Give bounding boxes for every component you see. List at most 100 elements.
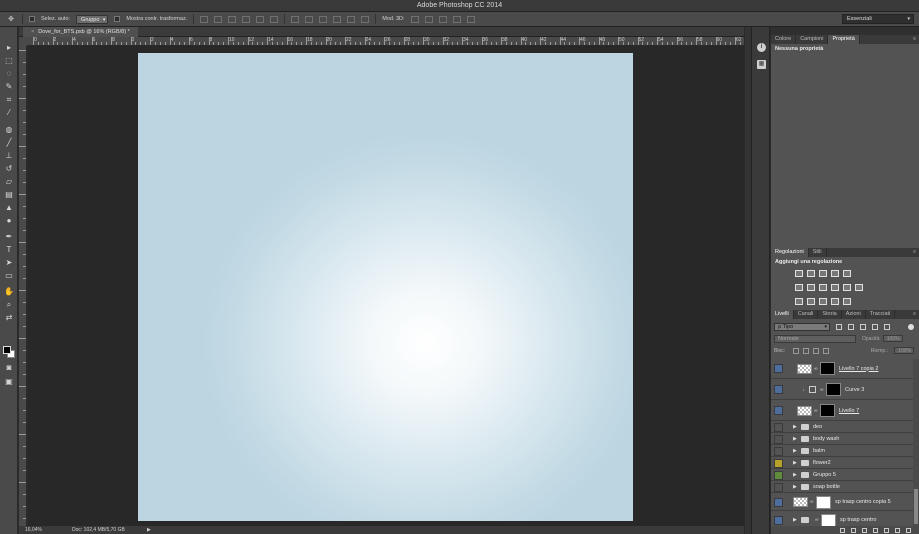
layer-name[interactable]: sp trasp centro copia 5 xyxy=(835,499,891,505)
history-brush-tool-icon[interactable]: ↺ xyxy=(3,163,15,174)
visibility-toggle[interactable] xyxy=(774,470,783,480)
expand-arrow-icon[interactable]: ▶ xyxy=(793,484,799,490)
visibility-toggle[interactable] xyxy=(774,364,783,373)
layer-group-row[interactable]: ▶ ∞ sp trasp centro xyxy=(771,512,913,526)
align-left-icon[interactable] xyxy=(242,15,251,23)
canvas-area[interactable] xyxy=(28,46,744,526)
tab-canali[interactable]: Canali xyxy=(794,310,819,319)
visibility-toggle[interactable] xyxy=(774,446,783,456)
layer-name[interactable]: Livello 7 xyxy=(839,408,859,414)
ruler-origin[interactable] xyxy=(19,37,27,46)
crop-tool-icon[interactable]: ⌗ xyxy=(3,94,15,105)
status-menu-arrow[interactable]: ▶ xyxy=(147,526,151,534)
distribute-vcenter-icon[interactable] xyxy=(305,15,314,23)
pen-tool-icon[interactable]: ✒ xyxy=(3,231,15,242)
align-top-icon[interactable] xyxy=(200,15,209,23)
document-tab[interactable]: × Dove_for_BTS.psb @ 16% (RGB/8) * xyxy=(23,27,138,37)
expand-arrow-icon[interactable]: ▶ xyxy=(793,472,799,478)
filter-pixel-icon[interactable] xyxy=(836,323,842,330)
eyedropper-tool-icon[interactable]: ⁄ xyxy=(3,107,15,118)
new-layer-icon[interactable] xyxy=(895,527,900,533)
visibility-toggle[interactable] xyxy=(774,515,783,525)
distribute-bottom-icon[interactable] xyxy=(319,15,328,23)
layer-filter-dropdown[interactable]: ρ Tipo xyxy=(774,322,830,331)
add-mask-icon[interactable] xyxy=(862,527,867,533)
lock-transparent-icon[interactable] xyxy=(793,347,800,354)
spot-heal-tool-icon[interactable]: ◍ xyxy=(3,124,15,135)
layer-name[interactable]: Curve 3 xyxy=(845,387,864,393)
layer-name[interactable]: soap bottle xyxy=(813,484,840,490)
distribute-top-icon[interactable] xyxy=(291,15,300,23)
dodge-tool-icon[interactable]: ● xyxy=(3,215,15,226)
layer-mask-thumbnail[interactable] xyxy=(821,513,836,526)
layer-group-row[interactable]: ▶ soap bottle xyxy=(771,482,913,493)
layer-name[interactable]: sp trasp centro xyxy=(840,517,876,523)
filter-adjustment-icon[interactable] xyxy=(848,323,854,330)
link-icon[interactable]: ∞ xyxy=(814,408,818,414)
exposure-icon[interactable] xyxy=(831,270,839,277)
layer-row[interactable]: ∞ sp trasp centro copia 5 xyxy=(771,494,913,511)
tab-proprieta[interactable]: Proprietà xyxy=(828,35,860,44)
layer-name[interactable]: body wash xyxy=(813,436,839,442)
visibility-toggle[interactable] xyxy=(774,406,783,415)
close-tab-icon[interactable]: × xyxy=(31,29,34,35)
brush-tool-icon[interactable]: ╱ xyxy=(3,137,15,148)
zoom-level[interactable]: 16,04% xyxy=(25,526,42,534)
swap-colors-icon[interactable]: ⇄ xyxy=(3,312,15,323)
layer-group-row[interactable]: ▶ deo xyxy=(771,422,913,433)
layer-name[interactable]: deo xyxy=(813,424,822,430)
lasso-tool-icon[interactable]: ◌ xyxy=(3,68,15,79)
new-group-icon[interactable] xyxy=(884,527,889,533)
visibility-toggle[interactable] xyxy=(774,422,783,432)
expand-arrow-icon[interactable]: ▶ xyxy=(793,424,799,430)
hand-tool-icon[interactable]: ✋ xyxy=(3,286,15,297)
layer-name[interactable]: Gruppo 5 xyxy=(813,472,836,478)
lock-all-icon[interactable] xyxy=(823,347,830,354)
layer-mask-thumbnail[interactable] xyxy=(820,362,835,375)
brush-preset-icon[interactable]: ▦ xyxy=(757,60,766,69)
quick-mask-icon[interactable]: ◙ xyxy=(3,362,15,373)
tab-campioni[interactable]: Campioni xyxy=(796,35,829,44)
filter-type-icon[interactable] xyxy=(860,323,866,330)
align-right-icon[interactable] xyxy=(270,15,279,23)
opacity-input[interactable]: 100% xyxy=(882,335,903,342)
show-transform-checkbox[interactable] xyxy=(114,16,121,22)
clone-stamp-tool-icon[interactable]: ⊥ xyxy=(3,150,15,161)
vertical-ruler[interactable] xyxy=(19,46,27,526)
align-vcenter-icon[interactable] xyxy=(214,15,223,23)
filter-toggle[interactable] xyxy=(908,323,914,330)
auto-select-checkbox[interactable] xyxy=(29,16,35,22)
tab-storia[interactable]: Storia xyxy=(818,310,842,319)
lock-position-icon[interactable] xyxy=(813,347,820,354)
invert-icon[interactable] xyxy=(795,298,803,305)
layer-mask-thumbnail[interactable] xyxy=(826,383,841,396)
expand-arrow-icon[interactable]: ▶ xyxy=(793,448,799,454)
path-select-tool-icon[interactable]: ➤ xyxy=(3,257,15,268)
tab-tracciati[interactable]: Tracciati xyxy=(866,310,896,319)
tab-stili[interactable]: Stili xyxy=(809,248,827,257)
roll-3d-icon[interactable] xyxy=(424,15,433,23)
layer-row[interactable]: ∞ Livello 7 copia 2 xyxy=(771,359,913,379)
slide-3d-icon[interactable] xyxy=(452,15,461,23)
workspace-dropdown[interactable]: Essenziali xyxy=(842,14,914,24)
blend-mode-dropdown[interactable]: Normale xyxy=(774,334,856,343)
tab-livelli[interactable]: Livelli xyxy=(771,310,794,319)
posterize-icon[interactable] xyxy=(807,298,815,305)
tab-colore[interactable]: Colore xyxy=(771,35,797,44)
layer-group-row[interactable]: ▶ body wash xyxy=(771,434,913,445)
align-hcenter-icon[interactable] xyxy=(256,15,265,23)
brightness-icon[interactable] xyxy=(795,270,803,277)
expand-arrow-icon[interactable]: ▶ xyxy=(793,460,799,466)
layers-scrollbar-thumb[interactable] xyxy=(914,489,918,524)
visibility-toggle[interactable] xyxy=(774,458,783,468)
photo-filter-icon[interactable] xyxy=(831,284,839,291)
link-icon[interactable]: ∞ xyxy=(814,366,818,372)
document-canvas[interactable] xyxy=(138,53,633,521)
new-adjustment-icon[interactable] xyxy=(873,527,878,533)
distribute-hcenter-icon[interactable] xyxy=(347,15,356,23)
distribute-right-icon[interactable] xyxy=(361,15,370,23)
link-icon[interactable]: ∞ xyxy=(815,517,819,523)
info-icon[interactable]: i xyxy=(757,43,766,52)
expand-arrow-icon[interactable]: ▶ xyxy=(793,436,799,442)
panel-menu-icon[interactable]: ≡ xyxy=(913,35,916,44)
